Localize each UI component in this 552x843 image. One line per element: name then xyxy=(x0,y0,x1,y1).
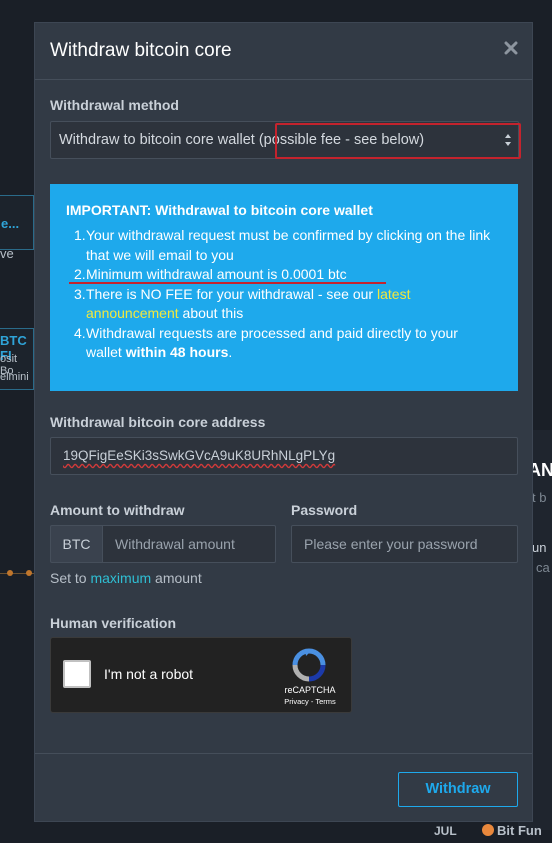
background-text: JUL xyxy=(434,824,457,838)
modal-footer-divider xyxy=(35,753,532,754)
recaptcha-label: I'm not a robot xyxy=(104,666,194,682)
background-panel: e... xyxy=(0,195,34,250)
modal-header: Withdraw bitcoin core xyxy=(35,23,532,80)
recaptcha-logo-icon xyxy=(292,648,326,682)
notice-title: IMPORTANT: Withdrawal to bitcoin core wa… xyxy=(66,202,373,218)
notice-item: 3. There is NO FEE for your withdrawal - … xyxy=(74,285,411,322)
set-max-text: Set to maximum amount xyxy=(50,570,202,586)
notice-item: 1. Your withdrawal request must be confir… xyxy=(74,227,491,263)
password-label: Password xyxy=(291,502,358,518)
recaptcha-checkbox[interactable] xyxy=(63,660,91,688)
verification-label: Human verification xyxy=(50,615,177,631)
withdrawal-method-select[interactable]: Withdraw to bitcoin core wallet (possibl… xyxy=(50,121,519,159)
background-text: elmini xyxy=(0,371,29,383)
btc-prefix: BTC xyxy=(50,525,102,563)
background-chart-dot xyxy=(7,570,13,576)
recaptcha-terms-link[interactable]: Privacy - Terms xyxy=(281,697,339,706)
background-text: ca xyxy=(536,560,550,575)
background-text: ve xyxy=(0,246,14,261)
recaptcha-widget: I'm not a robot reCAPTCHA Privacy - Term… xyxy=(50,637,352,713)
select-arrows-icon xyxy=(505,134,511,146)
close-icon[interactable] xyxy=(504,41,518,55)
address-label: Withdrawal bitcoin core address xyxy=(50,414,266,430)
red-underline-annotation xyxy=(69,282,386,284)
background-text: e... xyxy=(1,216,20,231)
modal-title: Withdraw bitcoin core xyxy=(50,40,232,61)
background-panel: BTC FI osit Bo elmini xyxy=(0,328,34,390)
background-text: un xyxy=(532,540,547,555)
notice-item: 4. Withdrawal requests are processed and … xyxy=(74,324,458,361)
withdrawal-method-label: Withdrawal method xyxy=(50,97,179,113)
background-text: Bit Fun xyxy=(482,823,542,838)
maximum-link[interactable]: maximum xyxy=(90,570,151,586)
recaptcha-brand: reCAPTCHA xyxy=(284,685,336,695)
notice-list: 1. Your withdrawal request must be confir… xyxy=(74,226,496,363)
background-text: Bit Fun xyxy=(497,823,542,838)
background-chart-dot xyxy=(26,570,32,576)
amount-input[interactable]: Withdrawal amount xyxy=(102,525,276,563)
withdraw-button[interactable]: Withdraw xyxy=(398,772,518,807)
withdrawal-method-value: Withdraw to bitcoin core wallet (possibl… xyxy=(59,132,425,148)
withdraw-modal: Withdraw bitcoin core Withdrawal method … xyxy=(34,22,533,822)
amount-label: Amount to withdraw xyxy=(50,502,185,518)
address-value: 19QFigEeSKi3sSwkGVcA9uK8URhNLgPLYg xyxy=(63,448,336,463)
password-input[interactable]: Please enter your password xyxy=(291,525,518,563)
address-input[interactable]: 19QFigEeSKi3sSwkGVcA9uK8URhNLgPLYg xyxy=(50,437,518,475)
important-notice: IMPORTANT: Withdrawal to bitcoin core wa… xyxy=(50,184,518,391)
coin-icon xyxy=(482,824,494,836)
background-text: t b xyxy=(532,490,547,505)
